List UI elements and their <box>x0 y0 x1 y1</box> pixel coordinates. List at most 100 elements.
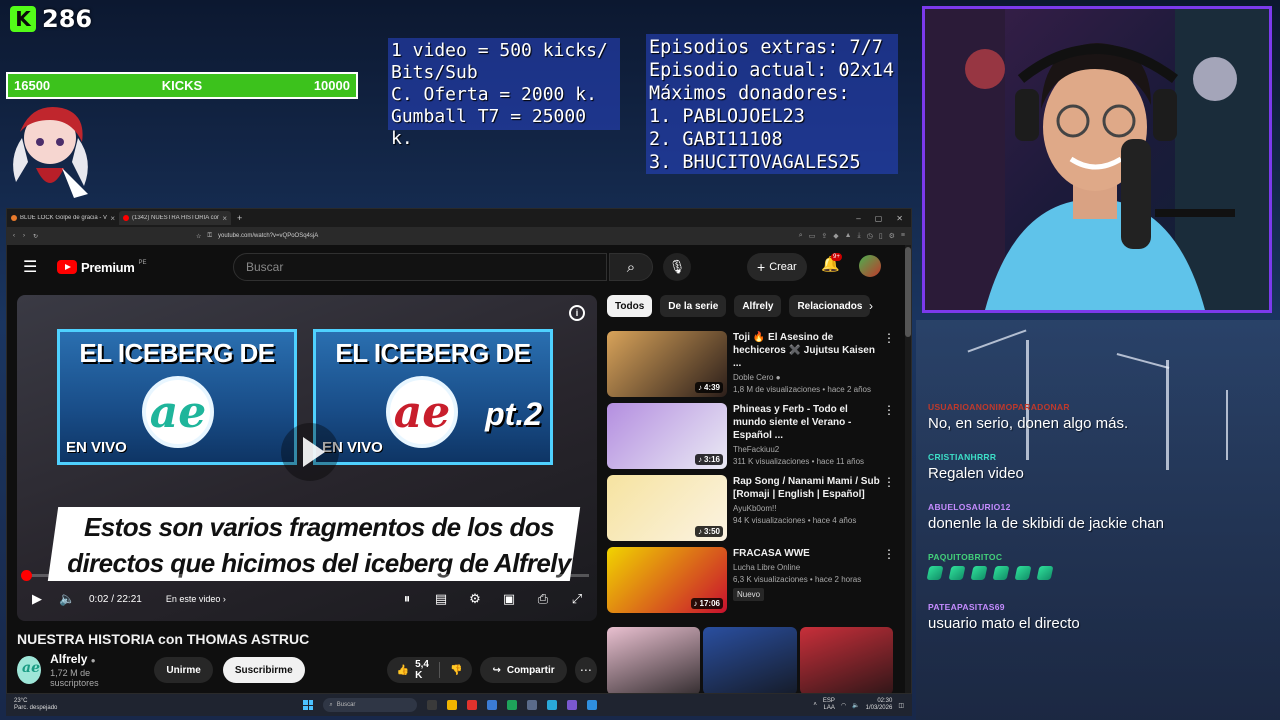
tab-nuestra-historia[interactable]: (1342) NUESTRA HISTORIA con × <box>119 211 231 225</box>
youtube-premium-logo[interactable]: Premium PE <box>57 260 147 275</box>
video-thumbnail[interactable]: ♪ 4:39 <box>607 331 727 397</box>
voice-search-button[interactable]: 🎙 <box>663 253 691 281</box>
info-icon[interactable]: i <box>569 305 585 321</box>
progress-bar[interactable] <box>20 570 589 581</box>
shield-icon[interactable]: ◆ <box>833 232 838 240</box>
chat-username[interactable]: CRISTIANHRRR <box>928 452 1024 462</box>
chat-username[interactable]: PATEAPASITAS69 <box>928 602 1080 612</box>
app-icon[interactable] <box>587 700 598 710</box>
cast-icon[interactable]: ⎙ <box>535 591 551 607</box>
recommendation-item[interactable]: ♪ 4:39 Toji 🔥 El Asesino de hechiceros ✖️ … <box>607 331 897 397</box>
app-icon[interactable] <box>527 700 538 710</box>
windows-start-icon[interactable] <box>303 700 314 710</box>
chip-relacionados[interactable]: Relacionados <box>789 295 871 317</box>
minimize-button[interactable]: – <box>856 214 860 223</box>
download-icon[interactable]: ⤓ <box>858 232 861 240</box>
chapter-button[interactable]: En este video › <box>166 594 226 604</box>
tab-blue-lock[interactable]: BLUE LOCK Golpe de gracia - Ve × <box>7 211 119 225</box>
extension-icon[interactable]: ▲ <box>845 232 852 240</box>
bookmark-icon[interactable]: ☆ <box>196 233 201 240</box>
app-icon[interactable] <box>487 700 498 710</box>
chat-username[interactable]: USUARIOANONIMOPARADONAR <box>928 402 1128 412</box>
chip-de-la-serie[interactable]: De la serie <box>660 295 727 317</box>
history-icon[interactable]: ◷ <box>867 232 873 240</box>
reload-icon[interactable]: ↻ <box>33 233 38 240</box>
recommendation-channel[interactable]: Doble Cero ● <box>733 373 883 382</box>
play-icon[interactable]: ▶ <box>29 591 45 607</box>
wifi-icon[interactable]: ◠ <box>841 702 846 709</box>
sidebar-icon[interactable]: ▯ <box>879 232 883 240</box>
more-options-icon[interactable]: ⋮ <box>883 475 895 489</box>
like-button[interactable]: 👍 5,4 K <box>387 659 440 681</box>
progress-scrubber[interactable] <box>20 570 32 581</box>
clock[interactable]: 02:30 1/03/2026 <box>866 698 893 712</box>
settings-gear-icon[interactable]: ⚙ <box>467 591 483 607</box>
recommendation-channel[interactable]: TheFackiuu2 <box>733 445 883 454</box>
menu-icon[interactable]: ☰ <box>23 257 45 277</box>
more-options-icon[interactable]: ⋮ <box>883 403 895 417</box>
fullscreen-icon[interactable]: ⤢ <box>569 591 585 607</box>
menu-icon[interactable]: ≡ <box>901 232 905 240</box>
taskbar-search[interactable]: ⌕ Buscar <box>323 698 418 712</box>
video-player[interactable]: EL ICEBERG DE ae EN VIVO EL ICEBERG DE a… <box>17 295 597 621</box>
recommendation-channel[interactable]: AyuKb0om!! <box>733 504 883 513</box>
language-indicator[interactable]: ESP LAA <box>823 698 835 712</box>
volume-icon[interactable]: 🔈 <box>59 591 75 607</box>
forward-icon[interactable]: › <box>23 233 25 239</box>
chat-username[interactable]: ABUELOSAURIO12 <box>928 502 1164 512</box>
join-button[interactable]: Unirme <box>154 657 213 683</box>
back-icon[interactable]: ‹ <box>13 233 15 239</box>
subscribe-button[interactable]: Suscribirme <box>222 657 305 683</box>
app-icon[interactable] <box>567 700 578 710</box>
recommendation-channel[interactable]: Lucha Libre Online <box>733 563 883 572</box>
chip-alfrely[interactable]: Alfrely <box>734 295 782 317</box>
recommendation-title[interactable]: Phineas y Ferb - Todo el mundo siente el… <box>733 403 883 442</box>
share-page-icon[interactable]: ⇪ <box>821 232 827 240</box>
task-view-icon[interactable] <box>427 700 438 710</box>
chevron-right-icon[interactable]: › <box>869 299 873 313</box>
recommendation-title[interactable]: Rap Song / Nanami Mami / Sub [Romaji | E… <box>733 475 883 501</box>
subtitles-icon[interactable]: ▤ <box>433 591 449 607</box>
create-button[interactable]: + Crear <box>747 253 807 281</box>
short-thumbnail[interactable] <box>799 627 893 693</box>
close-tab-icon[interactable]: × <box>110 214 115 223</box>
url-field[interactable]: ☆ ⚿ youtube.com/watch?v=vQPoOSq4sjA <box>196 233 616 240</box>
recommendation-title[interactable]: Toji 🔥 El Asesino de hechiceros ✖️ Jujut… <box>733 331 883 370</box>
page-scrollbar[interactable] <box>905 245 911 693</box>
volume-tray-icon[interactable]: 🔈 <box>852 702 859 709</box>
tray-chevron-icon[interactable]: ˄ <box>813 702 817 708</box>
autoplay-toggle-icon[interactable]: ⏸ <box>399 591 415 607</box>
recommendation-item[interactable]: ♪ 3:50 Rap Song / Nanami Mami / Sub [Romaj… <box>607 475 897 541</box>
site-info-icon[interactable]: ⚿ <box>207 233 212 240</box>
recommendation-item[interactable]: ♪ 17:06 FRACASA WWE Lucha Libre Online 6,3 K… <box>607 547 897 613</box>
zoom-icon[interactable]: ⌕ <box>799 232 803 240</box>
file-explorer-icon[interactable] <box>447 700 458 710</box>
more-options-icon[interactable]: ⋮ <box>883 331 895 345</box>
video-thumbnail[interactable]: ♪ 3:50 <box>607 475 727 541</box>
miniplayer-icon[interactable]: ▣ <box>501 591 517 607</box>
app-icon[interactable] <box>507 700 518 710</box>
weather-widget[interactable]: 23°C Parc. despejado <box>14 698 57 712</box>
search-button[interactable]: ⌕ <box>609 253 653 281</box>
recommendation-item[interactable]: ♪ 3:16 Phineas y Ferb - Todo el mundo sien… <box>607 403 897 469</box>
channel-name[interactable]: Alfrely ● <box>50 652 128 666</box>
more-actions-icon[interactable]: ⋯ <box>574 657 597 683</box>
short-thumbnail[interactable] <box>703 627 797 693</box>
video-thumbnail[interactable]: ♪ 17:06 <box>607 547 727 613</box>
chip-todos[interactable]: Todos <box>607 295 653 317</box>
chat-username[interactable]: PAQUITOBRITOC <box>928 552 1052 562</box>
browser-app-icon[interactable] <box>467 700 478 710</box>
settings-icon[interactable]: ⚙ <box>889 232 895 240</box>
screenshot-icon[interactable]: ▭ <box>809 232 816 240</box>
close-tab-icon[interactable]: × <box>222 214 227 223</box>
share-button[interactable]: ↪ Compartir <box>480 657 567 683</box>
more-options-icon[interactable]: ⋮ <box>883 547 895 561</box>
big-play-icon[interactable] <box>281 423 339 481</box>
channel-avatar[interactable] <box>17 656 42 684</box>
close-window-button[interactable]: ✕ <box>896 214 903 223</box>
notification-center-icon[interactable]: ◫ <box>898 702 904 709</box>
new-tab-button[interactable]: + <box>237 213 242 223</box>
search-input[interactable]: Buscar <box>233 253 607 281</box>
maximize-button[interactable]: ▢ <box>875 214 883 223</box>
scrollbar-thumb[interactable] <box>905 247 911 337</box>
